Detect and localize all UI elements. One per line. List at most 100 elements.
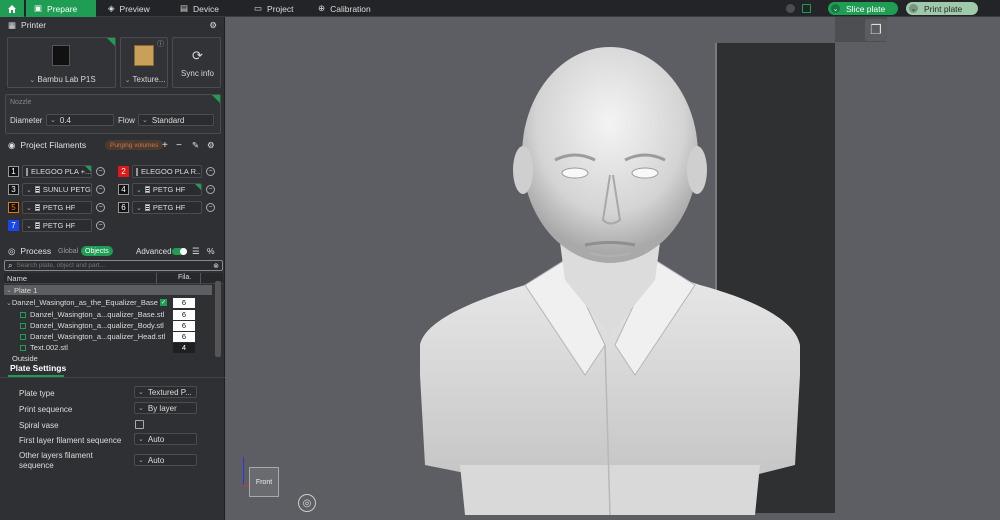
status-dot-icon[interactable]	[786, 4, 795, 13]
remove-filament-icon[interactable]: −	[96, 185, 105, 194]
3d-viewport[interactable]: ⟨⟩ ⊞▦⤢⊟⊡✥⟲⤡✂◩◪◈T⧉⊕◐⊿▣⬚⟺ ❐	[225, 17, 1000, 520]
filament-icon: ◉	[8, 139, 16, 150]
objects-toggle[interactable]: Objects	[81, 246, 113, 256]
chevron-down-icon: ⌄	[136, 204, 142, 212]
clear-icon[interactable]: ⊗	[213, 262, 219, 270]
remove-filament-icon[interactable]: −	[96, 203, 105, 212]
cube-view-icon[interactable]: ❐	[865, 19, 887, 41]
plate-settings-tab[interactable]: Plate Settings	[10, 363, 66, 373]
bust-model[interactable]	[415, 45, 805, 520]
purging-volumes-button[interactable]: Purging volumes	[105, 140, 164, 150]
part-icon	[20, 322, 26, 329]
tab-device[interactable]: ▤ Device	[172, 0, 227, 17]
filament-color-swatch	[34, 204, 40, 211]
part-row[interactable]: Danzel_Wasington_a...qualizer_Body.stl 6	[4, 320, 214, 331]
filament-index-box[interactable]: 6	[173, 309, 195, 320]
selected-corner-mark	[107, 38, 115, 46]
spiral-vase-label: Spiral vase	[19, 421, 59, 430]
remove-filament-icon[interactable]: −	[206, 185, 215, 194]
top-menu-bar: ▣ Prepare ◈ Preview ▤ Device ▭ Project ⊕ Cali…	[0, 0, 1000, 17]
camera-icon[interactable]: ◎	[298, 494, 316, 512]
part-row[interactable]: Text.002.stl 4	[4, 342, 214, 353]
tab-preview[interactable]: ◈ Preview	[100, 0, 158, 17]
first-layer-sequence-select[interactable]: ⌄ Auto	[134, 433, 197, 445]
tab-project[interactable]: ▭ Project	[246, 0, 302, 17]
visible-checkbox[interactable]: ✓	[160, 299, 167, 306]
plate-type-selector[interactable]: ⓘ ⌄ Texture...	[120, 37, 168, 88]
plate-type-label: Plate type	[19, 389, 55, 398]
plate-icon[interactable]	[802, 4, 811, 13]
plate-row[interactable]: ⌄ Plate 1	[4, 285, 212, 295]
filament-color-swatch	[26, 167, 28, 176]
list-scrollbar[interactable]	[215, 281, 221, 357]
chevron-down-icon: ⌄	[26, 222, 32, 230]
front-view-label[interactable]: Front	[249, 467, 279, 497]
nozzle-panel: Nozzle Diameter ⌄ 0.4 Flow ⌄ Standard	[5, 94, 221, 134]
filament-slot-2[interactable]: ELEGOO PLA R...	[132, 165, 202, 178]
first-layer-sequence-label: First layer filament sequence	[19, 436, 122, 445]
tab-calibration[interactable]: ⊕ Calibration	[310, 0, 379, 17]
flow-select[interactable]: ⌄ Standard	[138, 114, 214, 126]
slice-plate-button[interactable]: ⌄ Slice plate	[828, 2, 898, 15]
dropdown-icon[interactable]: ⌄	[831, 4, 840, 13]
plate-type-select[interactable]: ⌄ Textured P...	[134, 386, 197, 398]
chevron-down-icon: ⌄	[136, 186, 142, 194]
filament-index-box[interactable]: 4	[173, 342, 195, 353]
part-icon	[20, 344, 26, 351]
filament-slot-7[interactable]: ⌄ PETG HF	[22, 219, 92, 232]
remove-filament-icon[interactable]: −	[206, 203, 215, 212]
chevron-down-icon: ⌄	[138, 436, 144, 443]
print-plate-button[interactable]: ⌄ Print plate	[906, 2, 978, 15]
remove-filament-icon[interactable]: −	[96, 167, 105, 176]
filament-index-box[interactable]: 6	[173, 331, 195, 342]
printer-name: Bambu Lab P1S	[37, 75, 96, 84]
filament-slot-4[interactable]: ⌄ PETG HF	[132, 183, 202, 196]
gear-icon[interactable]: ⚙	[207, 140, 215, 151]
add-icon[interactable]: +	[162, 140, 168, 151]
percent-icon[interactable]: %	[207, 246, 215, 256]
gear-icon[interactable]: ⚙	[209, 20, 217, 31]
filament-slot-1[interactable]: ELEGOO PLA +...	[22, 165, 92, 178]
print-sequence-select[interactable]: ⌄ By layer	[134, 402, 197, 414]
remove-filament-icon[interactable]: −	[206, 167, 215, 176]
home-button[interactable]	[0, 0, 24, 17]
list-icon[interactable]: ☰	[192, 246, 200, 257]
other-layers-sequence-select[interactable]: ⌄ Auto	[134, 454, 197, 466]
sync-icon: ⟳	[192, 48, 203, 63]
filament-index-box[interactable]: 6	[173, 320, 195, 331]
remove-filament-icon[interactable]: −	[96, 221, 105, 230]
sync-info-button[interactable]: ⟳ Sync info	[172, 37, 221, 88]
search-field[interactable]: ⌕ ⊗	[4, 260, 223, 271]
diameter-select[interactable]: ⌄ 0.4	[46, 114, 114, 126]
printer-selector[interactable]: ⌄ Bambu Lab P1S	[7, 37, 116, 88]
orientation-gizmo[interactable]: Front	[243, 457, 279, 497]
spiral-vase-checkbox[interactable]	[135, 420, 144, 429]
textured-plate-image	[134, 45, 154, 66]
filament-slot-3[interactable]: ⌄ SUNLU PETG	[22, 183, 92, 196]
advanced-label: Advanced	[136, 246, 172, 256]
part-row[interactable]: Danzel_Wasington_a...qualizer_Base.stl 6	[4, 309, 214, 320]
tab-prepare[interactable]: ▣ Prepare	[26, 0, 96, 17]
search-input[interactable]	[16, 262, 207, 269]
name-column-header[interactable]: Name	[7, 274, 27, 283]
chevron-down-icon: ⌄	[6, 287, 12, 294]
process-icon: ◎	[8, 245, 16, 256]
fila-column-header[interactable]: Fila.	[178, 274, 191, 281]
filament-slot-5[interactable]: ⌄ PETG HF	[22, 201, 92, 214]
filament-index-box[interactable]: 6	[173, 297, 195, 308]
dropdown-icon[interactable]: ⌄	[909, 4, 918, 13]
remove-icon[interactable]: −	[176, 140, 182, 151]
global-toggle[interactable]: Global	[58, 248, 78, 255]
brush-icon[interactable]: ✎	[192, 140, 199, 151]
advanced-switch[interactable]	[172, 248, 187, 255]
part-row[interactable]: Danzel_Wasington_a...qualizer_Head.stl 6	[4, 331, 214, 342]
printer-image	[52, 45, 70, 66]
chevron-down-icon: ⌄	[138, 457, 144, 464]
info-icon[interactable]: ⓘ	[157, 39, 164, 49]
filament-slot-6[interactable]: ⌄ PETG HF	[132, 201, 202, 214]
object-row[interactable]: ⌄ Danzel_Wasington_as_the_Equalizer_Base…	[4, 297, 214, 308]
outside-row[interactable]: Outside	[12, 354, 38, 363]
prepare-icon: ▣	[34, 3, 43, 13]
chevron-down-icon: ⌄	[124, 77, 131, 84]
object-list-header: Name Fila.	[4, 273, 223, 284]
